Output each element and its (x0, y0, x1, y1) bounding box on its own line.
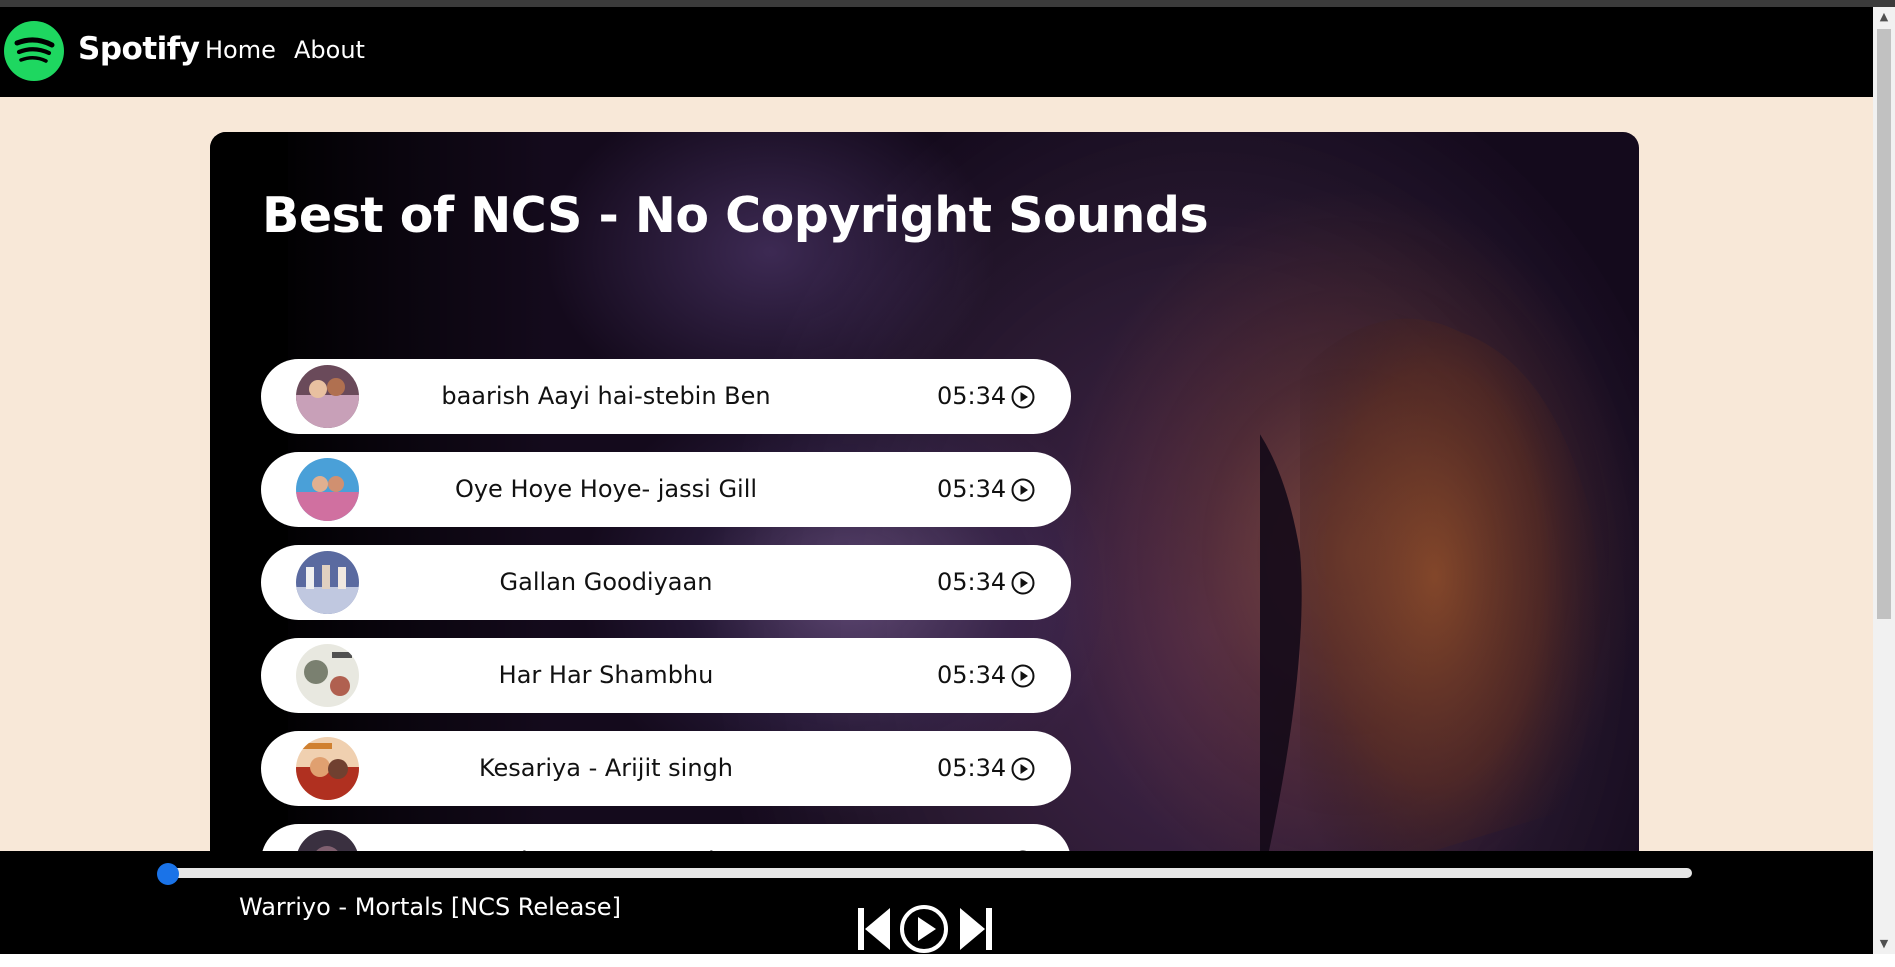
song-name: baarish Aayi hai-stebin Ben (441, 382, 771, 410)
playlist-container: Best of NCS - No Copyright Sounds baaris… (210, 132, 1639, 892)
song-duration: 05:34 (937, 382, 1007, 410)
song-cover-image (296, 365, 359, 428)
nav-link-about[interactable]: About (294, 36, 365, 64)
song-item[interactable]: Gallan Goodiyaan 05:34 (261, 545, 1071, 620)
play-circle-icon[interactable] (1011, 478, 1035, 502)
play-circle-icon[interactable] (1011, 571, 1035, 595)
song-list: baarish Aayi hai-stebin Ben 05:34 Oye Ho… (261, 359, 1071, 892)
song-item[interactable]: Oye Hoye Hoye- jassi Gill 05:34 (261, 452, 1071, 527)
brand-name[interactable]: Spotify (78, 31, 200, 67)
song-cover-image (296, 458, 359, 521)
window-bottom-border (0, 954, 1895, 967)
song-duration: 05:34 (937, 475, 1007, 503)
song-duration: 05:34 (937, 754, 1007, 782)
scroll-up-arrow-icon[interactable]: ▲ (1873, 7, 1895, 27)
song-duration: 05:34 (937, 568, 1007, 596)
scrollbar-thumb[interactable] (1877, 29, 1891, 619)
song-cover-image (296, 644, 359, 707)
song-cover-image (296, 551, 359, 614)
nav-link-home[interactable]: Home (205, 36, 276, 64)
song-name: Har Har Shambhu (498, 661, 714, 689)
song-name: Oye Hoye Hoye- jassi Gill (454, 475, 758, 503)
previous-track-icon[interactable] (857, 906, 891, 952)
vertical-scrollbar[interactable]: ▲ ▼ (1873, 7, 1895, 954)
song-item[interactable]: Kesariya - Arijit singh 05:34 (261, 731, 1071, 806)
page-viewport: Spotify Home About Best of NCS - No Copy… (0, 7, 1873, 954)
progress-bar[interactable] (162, 868, 1692, 878)
player-bar: Warriyo - Mortals [NCS Release] (0, 851, 1873, 954)
song-duration: 05:34 (937, 661, 1007, 689)
next-track-icon[interactable] (959, 906, 993, 952)
song-cover-image (296, 737, 359, 800)
play-circle-icon[interactable] (1011, 385, 1035, 409)
song-item[interactable]: baarish Aayi hai-stebin Ben 05:34 (261, 359, 1071, 434)
play-circle-icon[interactable] (899, 904, 949, 954)
background-image-hair (1260, 318, 1600, 892)
progress-slider-thumb[interactable] (157, 863, 179, 885)
play-circle-icon[interactable] (1011, 664, 1035, 688)
window-top-border (0, 0, 1895, 7)
song-name: Gallan Goodiyaan (499, 568, 713, 596)
scroll-down-arrow-icon[interactable]: ▼ (1873, 934, 1895, 954)
song-item[interactable]: Har Har Shambhu 05:34 (261, 638, 1071, 713)
navbar: Spotify Home About (0, 7, 1873, 97)
playlist-title: Best of NCS - No Copyright Sounds (262, 187, 1209, 244)
now-playing-title: Warriyo - Mortals [NCS Release] (239, 893, 621, 921)
spotify-logo-icon[interactable] (4, 21, 64, 81)
song-name: Kesariya - Arijit singh (478, 754, 734, 782)
play-circle-icon[interactable] (1011, 757, 1035, 781)
